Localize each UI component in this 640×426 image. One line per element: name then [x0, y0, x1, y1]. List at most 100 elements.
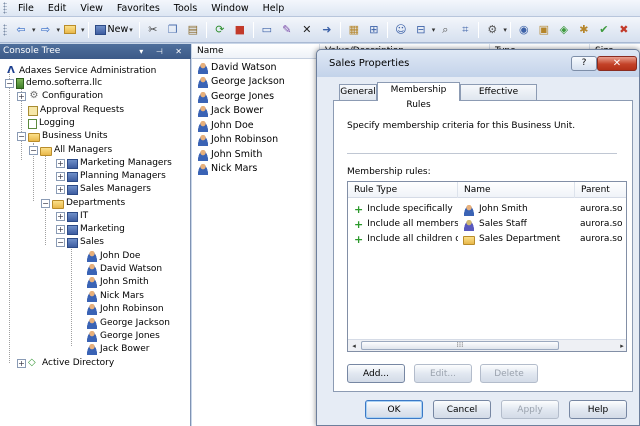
tree-item-logging[interactable]: Logging — [28, 117, 75, 129]
tree-item-user[interactable]: John Doe — [86, 250, 140, 262]
list-item[interactable]: Nick Mars — [197, 162, 257, 175]
expand-icon[interactable]: + — [56, 184, 65, 194]
move-icon[interactable]: ➜ — [318, 21, 336, 39]
table-row[interactable]: + Include all children of Sales Departmen… — [348, 232, 626, 247]
collapse-icon[interactable]: − — [17, 131, 26, 141]
tree-item-configuration[interactable]: + ⚙ Configuration — [17, 90, 103, 102]
collapse-icon[interactable]: − — [41, 198, 50, 208]
up-dropdown-icon[interactable]: ▾ — [81, 26, 85, 34]
back-arrow-icon[interactable]: ⇦ — [12, 21, 30, 39]
menu-view[interactable]: View — [73, 0, 110, 17]
column-header-rule-type[interactable]: Rule Type — [348, 182, 458, 198]
expand-icon[interactable]: + — [56, 224, 65, 234]
list-item[interactable]: John Doe — [197, 119, 254, 132]
table-row[interactable]: +Include all members of Sales Staff auro… — [348, 217, 626, 232]
collapse-icon[interactable]: − — [5, 78, 14, 88]
unlock-icon[interactable]: ◈ — [555, 21, 573, 39]
cut-icon[interactable]: ✂ — [144, 21, 162, 39]
list-item[interactable]: George Jones — [197, 90, 274, 103]
delete-icon[interactable]: ✕ — [298, 21, 316, 39]
tree-item-sales-managers[interactable]: + Sales Managers — [56, 183, 151, 195]
collapse-icon[interactable]: − — [29, 145, 38, 155]
disable-icon[interactable]: ✖ — [615, 21, 633, 39]
tools-icon[interactable]: ⚙ — [483, 21, 501, 39]
collapse-icon[interactable]: − — [56, 237, 65, 247]
tools-dropdown-icon[interactable]: ▾ — [503, 26, 507, 34]
cancel-button[interactable]: Cancel — [433, 400, 491, 419]
column-header-name[interactable]: Name — [192, 44, 320, 59]
tree-item-planning-managers[interactable]: + Planning Managers — [56, 170, 166, 182]
scroll-thumb[interactable]: ⁞⁞⁞ — [361, 341, 559, 350]
groups-dropdown-icon[interactable]: ▾ — [432, 26, 436, 34]
column-header-parent[interactable]: Parent — [575, 182, 626, 198]
menu-window[interactable]: Window — [204, 0, 255, 17]
tree-item-domain[interactable]: − demo.softerra.llc — [5, 77, 102, 89]
panel-controls[interactable]: ▾ ⊣ ✕ — [139, 44, 187, 59]
column-header-name[interactable]: Name — [458, 182, 575, 198]
edit-button[interactable]: Edit... — [414, 364, 472, 383]
ok-button[interactable]: OK — [365, 400, 423, 419]
dialog-title-bar[interactable]: Sales Properties ? ✕ — [317, 50, 639, 77]
tree-item-user[interactable]: Jack Bower — [86, 343, 149, 355]
apply-button[interactable]: Apply — [501, 400, 559, 419]
tree-item-user[interactable]: David Watson — [86, 263, 162, 275]
menu-tools[interactable]: Tools — [167, 0, 204, 17]
add-button[interactable]: Add... — [347, 364, 405, 383]
expand-icon[interactable]: + — [17, 91, 26, 101]
properties-icon[interactable]: ▭ — [258, 21, 276, 39]
menu-edit[interactable]: Edit — [41, 0, 73, 17]
tree-item-departments[interactable]: − Departments — [41, 197, 125, 209]
tab-effective-objects[interactable]: Effective Objects — [460, 84, 537, 112]
tree-item-all-managers[interactable]: − All Managers — [29, 144, 112, 156]
refresh-icon[interactable]: ⟳ — [211, 21, 229, 39]
new-button[interactable]: New ▾ — [92, 21, 136, 39]
rename-icon[interactable]: ✎ — [278, 21, 296, 39]
tree-item-user[interactable]: George Jones — [86, 330, 160, 342]
expand-icon[interactable]: + — [17, 358, 26, 368]
help-icon[interactable]: ? — [571, 56, 597, 71]
help-button[interactable]: Help — [569, 400, 627, 419]
up-folder-icon[interactable] — [61, 21, 79, 39]
expand-icon[interactable]: + — [56, 171, 65, 181]
delete-button[interactable]: Delete — [480, 364, 538, 383]
tree-item-user[interactable]: John Smith — [86, 276, 149, 288]
tab-membership-rules[interactable]: Membership Rules — [377, 82, 460, 110]
lock-icon[interactable]: ▣ — [535, 21, 553, 39]
list-item[interactable]: John Robinson — [197, 133, 278, 146]
paste-icon[interactable]: ▤ — [184, 21, 202, 39]
users-icon[interactable]: ☺ — [392, 21, 410, 39]
tab-general[interactable]: General — [339, 84, 377, 100]
expand-icon[interactable]: + — [56, 158, 65, 168]
expand-icon[interactable]: + — [56, 211, 65, 221]
list-item[interactable]: Jack Bower — [197, 104, 263, 117]
view-icon[interactable]: ▦ — [345, 21, 363, 39]
menu-file[interactable]: File — [11, 0, 41, 17]
copy-icon[interactable]: ❐ — [164, 21, 182, 39]
scroll-left-icon[interactable]: ◂ — [348, 340, 360, 351]
tree-item-user[interactable]: John Robinson — [86, 303, 164, 315]
stop-icon[interactable]: ■ — [231, 21, 249, 39]
advanced-search-icon[interactable]: ⌗ — [456, 21, 474, 39]
menu-favorites[interactable]: Favorites — [110, 0, 167, 17]
tree-item-it[interactable]: + IT — [56, 210, 88, 222]
tree-item-marketing[interactable]: + Marketing — [56, 223, 125, 235]
tree-item-user[interactable]: Nick Mars — [86, 290, 144, 302]
menu-help[interactable]: Help — [256, 0, 292, 17]
list-item[interactable]: David Watson — [197, 61, 277, 74]
horizontal-scrollbar[interactable]: ◂ ⁞⁞⁞ ▸ — [348, 339, 626, 351]
back-dropdown-icon[interactable]: ▾ — [32, 26, 36, 34]
search-icon[interactable]: ⌕ — [436, 21, 454, 39]
tree-item-user[interactable]: George Jackson — [86, 317, 170, 329]
menu-grip-icon[interactable] — [3, 2, 7, 14]
close-icon[interactable]: ✕ — [597, 56, 637, 71]
scroll-right-icon[interactable]: ▸ — [616, 340, 626, 351]
list-item[interactable]: George Jackson — [197, 75, 285, 88]
table-row[interactable]: + Include specifically John Smith aurora.… — [348, 202, 626, 217]
filter-icon[interactable]: ⊞ — [365, 21, 383, 39]
tree-item-sales[interactable]: − Sales — [56, 236, 104, 248]
tree-item-active-directory[interactable]: + ◇ Active Directory — [17, 357, 114, 369]
tree-item-business-units[interactable]: − Business Units — [17, 130, 108, 142]
toolbar-grip-icon[interactable] — [3, 23, 7, 36]
forward-dropdown-icon[interactable]: ▾ — [57, 26, 61, 34]
groups-icon[interactable]: ⊟ — [412, 21, 430, 39]
